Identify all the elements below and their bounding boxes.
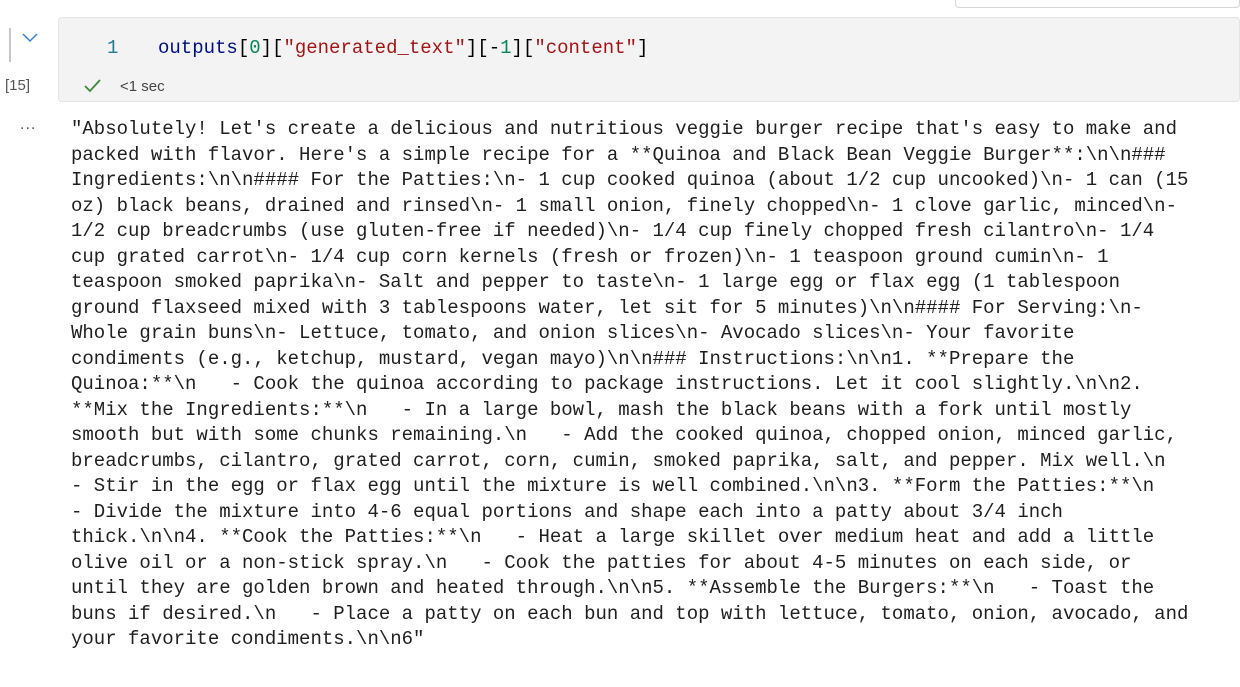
code-token: ][ xyxy=(511,37,535,59)
output-line: teaspoon smoked paprika\n- Salt and pepp… xyxy=(71,271,1120,293)
code-token: - xyxy=(488,37,501,59)
output-line: oz) black beans, drained and rinsed\n- 1… xyxy=(71,194,1177,217)
output-line: condiments (e.g., ketchup, mustard, vega… xyxy=(71,347,1075,370)
output-line: until they are golden brown and heated t… xyxy=(71,577,1155,599)
cell-output-text: "Absolutely! Let's create a delicious an… xyxy=(71,117,1231,653)
code-token: ][ xyxy=(465,37,489,59)
output-more-actions-button[interactable]: ... xyxy=(20,116,36,134)
output-line: Whole grain buns\n- Lettuce, tomato, and… xyxy=(71,322,1075,344)
check-icon xyxy=(84,79,101,93)
output-line: your favorite condiments.\n\n6" xyxy=(71,628,425,650)
code-token: "content" xyxy=(534,37,637,59)
code-line[interactable]: outputs[0]["generated_text"][-1]["conten… xyxy=(158,37,648,59)
chevron-down-icon[interactable] xyxy=(20,30,40,46)
output-line: Quinoa:**\n - Cook the quinoa according … xyxy=(71,373,1143,395)
output-line: - Stir in the egg or flax egg until the … xyxy=(71,475,1155,497)
line-number: 1 xyxy=(107,37,119,59)
execution-duration: <1 sec xyxy=(120,78,165,95)
code-token: ] xyxy=(636,37,649,59)
output-line: "Absolutely! Let's create a delicious an… xyxy=(71,118,1177,140)
output-line: olive oil or a non-stick spray.\n - Cook… xyxy=(71,551,1132,574)
execution-count: [15] xyxy=(5,77,31,94)
code-token: outputs xyxy=(158,37,238,59)
output-line: buns if desired.\n - Place a patty on ea… xyxy=(71,602,1189,625)
output-line: **Mix the Ingredients:**\n - In a large … xyxy=(71,398,1132,421)
output-line: smooth but with some chunks remaining.\n… xyxy=(71,424,1177,446)
output-line: cup grated carrot\n- 1/4 cup corn kernel… xyxy=(71,245,1109,268)
code-token: 1 xyxy=(500,37,512,59)
output-line: Ingredients:\n\n#### For the Patties:\n-… xyxy=(71,169,1189,191)
output-line: ground flaxseed mixed with 3 tablespoons… xyxy=(71,296,1143,319)
code-cell-editor[interactable] xyxy=(58,17,1240,102)
code-token: 0 xyxy=(249,37,261,59)
output-line: packed with flavor. Here's a simple reci… xyxy=(71,143,1166,166)
output-line: 1/2 cup breadcrumbs (use gluten-free if … xyxy=(71,220,1155,242)
output-line: - Divide the mixture into 4-6 equal port… xyxy=(71,500,1063,523)
cell-focus-bar xyxy=(9,28,11,62)
code-token: ][ xyxy=(260,37,284,59)
code-token: "generated_text" xyxy=(283,37,466,59)
top-toolbar-box xyxy=(955,0,1240,8)
output-line: thick.\n\n4. **Cook the Patties:**\n - H… xyxy=(71,526,1155,548)
code-token: [ xyxy=(237,37,250,59)
output-line: breadcrumbs, cilantro, grated carrot, co… xyxy=(71,449,1166,472)
